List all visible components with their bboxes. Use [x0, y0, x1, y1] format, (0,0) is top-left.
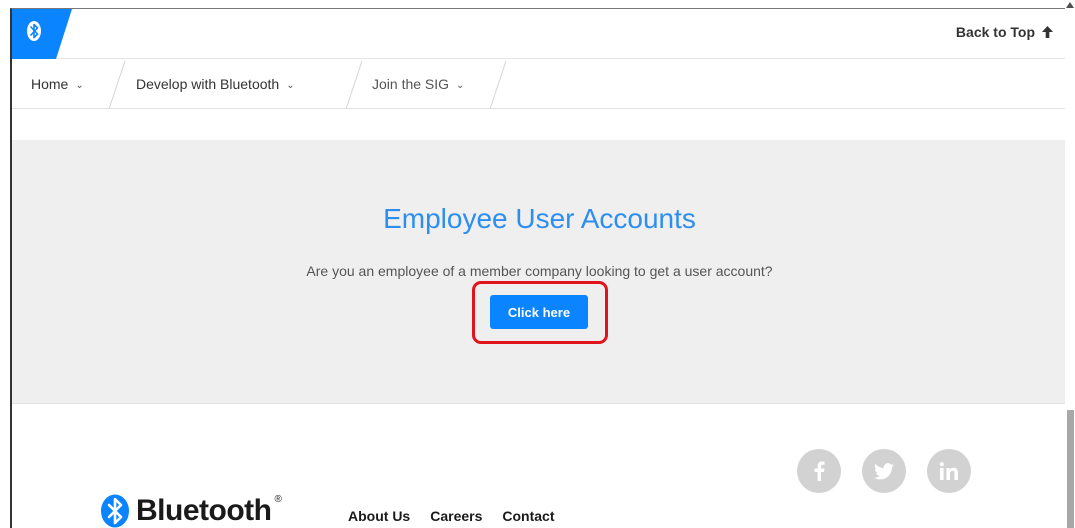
scroll-up-icon[interactable] [1066, 2, 1074, 8]
chevron-down-icon: ⌄ [286, 79, 295, 91]
browser-viewport: Back to Top Home ⌄ Develop with Bluetoot… [10, 8, 1065, 528]
facebook-icon [814, 461, 825, 481]
nav-separator [108, 61, 126, 109]
linkedin-icon [939, 462, 958, 480]
nav-item-home[interactable]: Home ⌄ [31, 76, 84, 92]
nav-separator [345, 61, 363, 109]
facebook-link[interactable] [797, 449, 841, 493]
nav-separator [489, 61, 507, 109]
scrollbar-thumb[interactable] [1067, 410, 1074, 528]
logo-wordmark: Bluetooth [136, 494, 272, 527]
bluetooth-icon [101, 494, 129, 528]
chevron-down-icon: ⌄ [456, 79, 465, 91]
nav-item-label: Develop with Bluetooth [136, 76, 280, 92]
twitter-icon [874, 462, 894, 479]
nav-item-label: Join the SIG [372, 76, 450, 92]
footer-links: About Us Careers Contact [348, 508, 555, 524]
bluetooth-logo[interactable]: Bluetooth ® [100, 494, 285, 528]
nav-item-join-sig[interactable]: Join the SIG ⌄ [372, 76, 464, 92]
footer-link-about-us[interactable]: About Us [348, 508, 410, 524]
section-description: Are you an employee of a member company … [306, 263, 773, 279]
footer-link-contact[interactable]: Contact [502, 508, 554, 524]
twitter-link[interactable] [862, 449, 906, 493]
bluetooth-badge[interactable] [12, 9, 72, 59]
footer: Bluetooth ® About Us Careers Contact [12, 405, 1065, 528]
linkedin-link[interactable] [927, 449, 971, 493]
bluetooth-icon [27, 21, 41, 41]
footer-link-careers[interactable]: Careers [430, 508, 482, 524]
back-to-top-label: Back to Top [955, 24, 1035, 40]
nav-item-label: Home [31, 76, 69, 92]
employee-accounts-section: Employee User Accounts Are you an employ… [12, 140, 1065, 404]
top-bar: Back to Top [12, 9, 1065, 59]
registered-mark: ® [274, 493, 282, 505]
chevron-down-icon: ⌄ [75, 79, 84, 91]
nav-item-develop[interactable]: Develop with Bluetooth ⌄ [136, 76, 295, 92]
click-here-button[interactable]: Click here [490, 295, 588, 329]
back-to-top-link[interactable]: Back to Top [956, 24, 1053, 40]
arrow-up-icon [1042, 26, 1053, 38]
main-nav: Home ⌄ Develop with Bluetooth ⌄ Join the… [12, 59, 1065, 109]
section-title: Employee User Accounts [383, 203, 696, 234]
vertical-scrollbar[interactable] [1065, 0, 1075, 528]
